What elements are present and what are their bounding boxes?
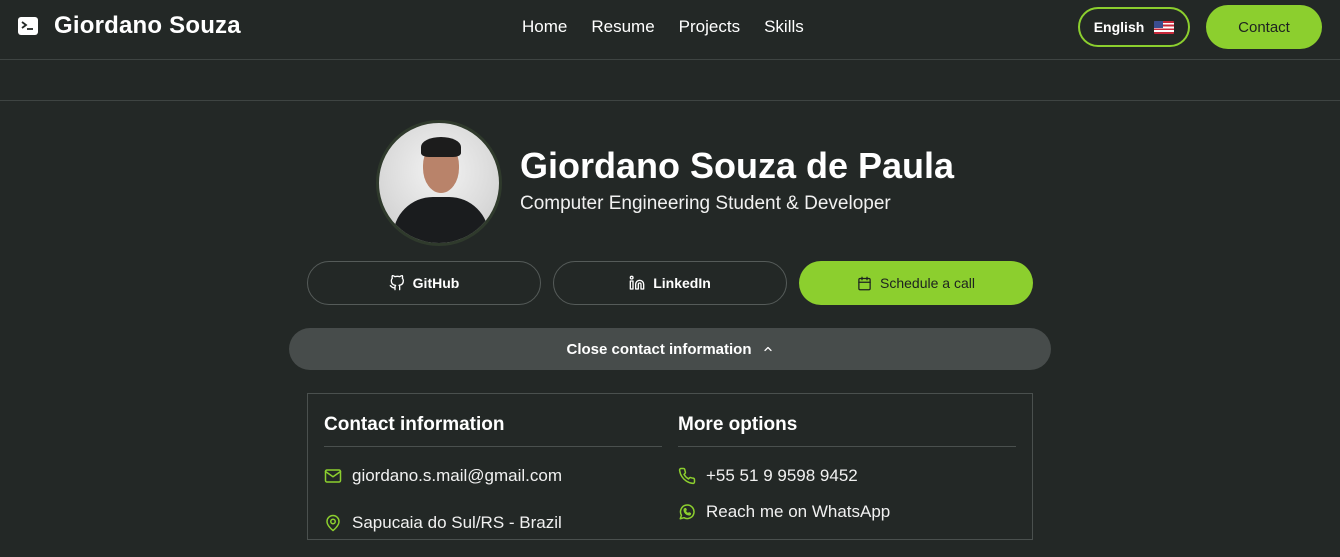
schedule-label: Schedule a call [880, 275, 975, 291]
contact-panel: Contact information giordano.s.mail@gmai… [307, 393, 1033, 540]
phone-text: +55 51 9 9598 9452 [706, 466, 858, 485]
top-navbar: Giordano Souza Home Resume Projects Skil… [0, 0, 1340, 60]
whatsapp-text: Reach me on WhatsApp [706, 502, 891, 521]
toggle-label: Close contact information [566, 340, 752, 358]
avatar [376, 120, 502, 246]
language-selector-button[interactable]: English [1078, 7, 1190, 47]
chevron-up-icon [763, 346, 772, 352]
nav-skills[interactable]: Skills [764, 17, 804, 37]
calendar-icon [858, 276, 871, 290]
location-pin-icon [326, 514, 340, 532]
more-options-title: More options [678, 394, 1016, 447]
linkedin-label: LinkedIn [653, 275, 711, 291]
nav-projects[interactable]: Projects [679, 17, 740, 37]
main-nav: Home Resume Projects Skills [522, 17, 804, 37]
language-label: English [1093, 19, 1145, 35]
profile-title: Computer Engineering Student & Developer [520, 193, 891, 214]
schedule-call-button[interactable]: Schedule a call [799, 261, 1033, 305]
toggle-contact-info-button[interactable]: Close contact information [289, 328, 1051, 370]
location-text: Sapucaia do Sul/RS - Brazil [352, 513, 562, 532]
email-link[interactable]: giordano.s.mail@gmail.com [324, 458, 662, 494]
section-divider [0, 100, 1340, 101]
nav-resume[interactable]: Resume [591, 17, 654, 37]
email-text: giordano.s.mail@gmail.com [352, 466, 563, 485]
brand-name[interactable]: Giordano Souza [54, 12, 241, 40]
profile-name: Giordano Souza de Paula [520, 145, 955, 186]
location-row: Sapucaia do Sul/RS - Brazil [324, 505, 662, 541]
phone-icon [678, 467, 696, 485]
terminal-icon [18, 17, 38, 35]
github-button[interactable]: GitHub [307, 261, 541, 305]
contact-info-column: Contact information giordano.s.mail@gmai… [324, 394, 662, 541]
github-label: GitHub [412, 275, 460, 291]
phone-link[interactable]: +55 51 9 9598 9452 [678, 458, 1016, 494]
whatsapp-icon [679, 504, 695, 520]
more-options-column: More options +55 51 9 9598 9452 Reach me… [678, 394, 1016, 530]
github-icon [389, 275, 404, 291]
contact-info-title: Contact information [324, 394, 662, 447]
us-flag-icon [1154, 20, 1175, 34]
nav-home[interactable]: Home [522, 17, 567, 37]
contact-button[interactable]: Contact [1206, 5, 1322, 49]
linkedin-button[interactable]: LinkedIn [553, 261, 787, 305]
mail-icon [324, 469, 342, 483]
linkedin-icon [629, 275, 645, 290]
whatsapp-link[interactable]: Reach me on WhatsApp [678, 494, 1016, 530]
